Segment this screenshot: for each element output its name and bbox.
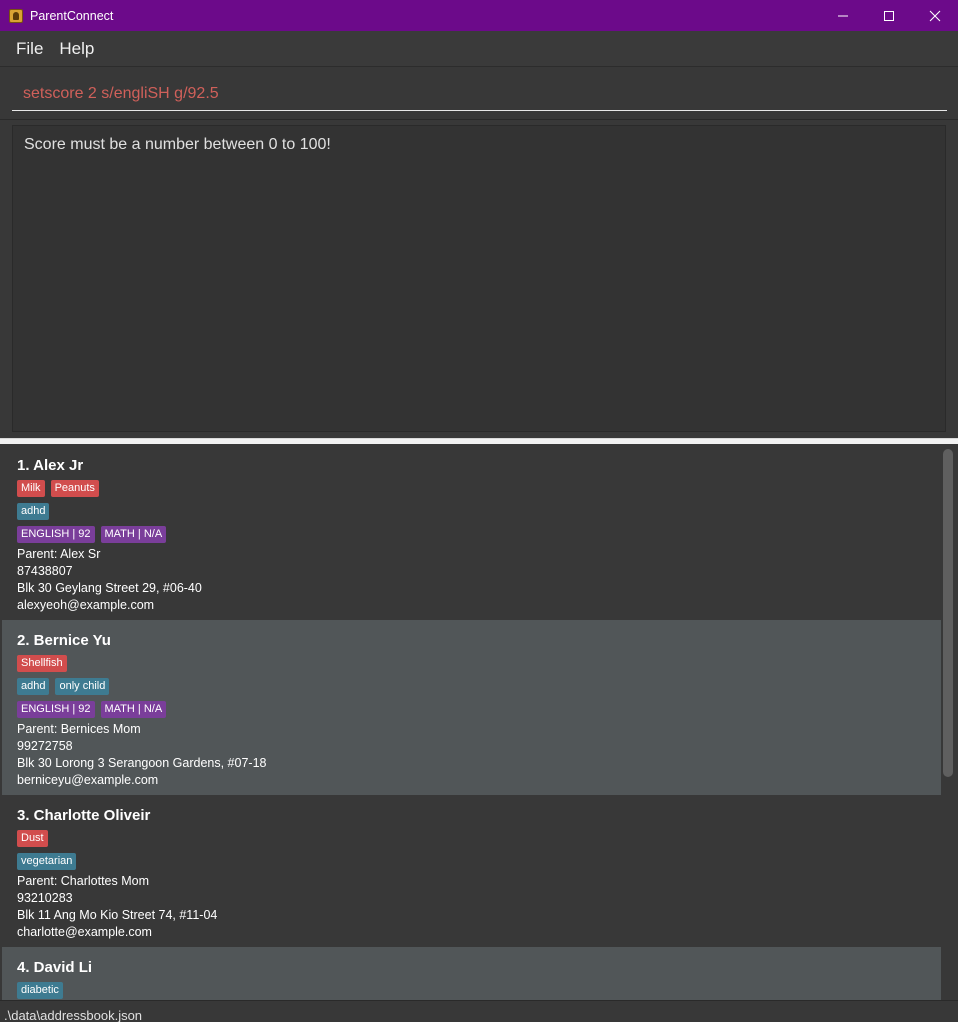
person-name: 2. Bernice Yu — [17, 632, 111, 649]
person-card[interactable]: 4. David LidiabeticParent: Davids Dad — [2, 947, 941, 1000]
person-card[interactable]: 1. Alex Jr Milk Peanuts adhd ENGLISH | 92 MAT… — [2, 445, 941, 620]
email: charlotte@example.com — [17, 925, 152, 939]
condition-tag: vegetarian — [17, 853, 77, 870]
email: alexyeoh@example.com — [17, 598, 155, 612]
allergy-tag: Shellfish — [17, 655, 67, 672]
phone-number: 87438807 — [17, 564, 73, 578]
person-card[interactable]: 3. Charlotte Oliveir Dust vegetarian Parent… — [2, 795, 941, 947]
menu-file[interactable]: File — [8, 39, 51, 59]
command-box — [0, 67, 958, 120]
address: Blk 11 Ang Mo Kio Street 74, #11-04 — [17, 908, 218, 922]
app-icon — [9, 8, 23, 23]
phone-number: 93210283 — [17, 891, 73, 905]
allergy-tag-row: Dust — [17, 827, 926, 850]
minimize-button[interactable] — [820, 0, 866, 31]
score-tag: ENGLISH | 92 — [17, 701, 95, 718]
condition-tag-row: adhd — [17, 500, 926, 523]
allergy-tag-row: Milk Peanuts — [17, 477, 926, 500]
result-display-panel: Score must be a number between 0 to 100! — [0, 120, 958, 438]
score-tag: MATH | N/A — [100, 526, 167, 543]
result-message: Score must be a number between 0 to 100! — [24, 136, 331, 153]
menu-help[interactable]: Help — [51, 39, 102, 59]
parent-name: Parent: Alex Sr — [17, 547, 101, 561]
person-name: 3. Charlotte Oliveir — [17, 807, 151, 824]
email: berniceyu@example.com — [17, 773, 159, 787]
address: Blk 30 Geylang Street 29, #06-40 — [17, 581, 202, 595]
maximize-button[interactable] — [866, 0, 912, 31]
person-list-panel: 1. Alex Jr Milk Peanuts adhd ENGLISH | 92 MAT… — [0, 444, 958, 1000]
window-controls — [820, 0, 958, 31]
condition-tag: only child — [55, 678, 110, 695]
score-tag-row: ENGLISH | 92 MATH | N/A — [17, 523, 926, 546]
menu-bar: File Help — [0, 31, 958, 67]
close-button[interactable] — [912, 0, 958, 31]
person-list: 1. Alex Jr Milk Peanuts adhd ENGLISH | 92 MAT… — [2, 445, 941, 1000]
condition-tag-row: adhd only child — [17, 675, 926, 698]
result-display[interactable]: Score must be a number between 0 to 100! — [12, 125, 946, 432]
window-title: ParentConnect — [30, 8, 114, 23]
condition-tag: diabetic — [17, 982, 63, 999]
score-tag: MATH | N/A — [100, 701, 167, 718]
allergy-tag: Milk — [17, 480, 45, 497]
person-name: 1. Alex Jr — [17, 457, 84, 474]
list-scrollbar[interactable] — [943, 449, 953, 777]
address: Blk 30 Lorong 3 Serangoon Gardens, #07-1… — [17, 756, 267, 770]
parent-name: Parent: Charlottes Mom — [17, 874, 149, 888]
phone-number: 99272758 — [17, 739, 73, 753]
minimize-icon — [838, 15, 848, 16]
allergy-tag: Dust — [17, 830, 48, 847]
score-tag-row: ENGLISH | 92 MATH | N/A — [17, 698, 926, 721]
parent-name: Parent: Bernices Mom — [17, 722, 141, 736]
score-tag: ENGLISH | 92 — [17, 526, 95, 543]
condition-tag: adhd — [17, 503, 50, 520]
command-input[interactable] — [12, 77, 947, 111]
condition-tag: adhd — [17, 678, 50, 695]
person-name: 4. David Li — [17, 959, 93, 976]
save-location: .\data\addressbook.json — [4, 1008, 143, 1022]
person-card[interactable]: 2. Bernice Yu Shellfish adhd only child ENGL… — [2, 620, 941, 795]
status-bar: .\data\addressbook.json — [0, 1000, 958, 1022]
condition-tag-row: vegetarian — [17, 850, 926, 873]
allergy-tag: Peanuts — [50, 480, 99, 497]
title-bar: ParentConnect — [0, 0, 958, 31]
close-icon — [929, 10, 941, 21]
condition-tag-row: diabetic — [17, 979, 926, 1000]
maximize-icon — [884, 10, 894, 21]
allergy-tag-row: Shellfish — [17, 652, 926, 675]
